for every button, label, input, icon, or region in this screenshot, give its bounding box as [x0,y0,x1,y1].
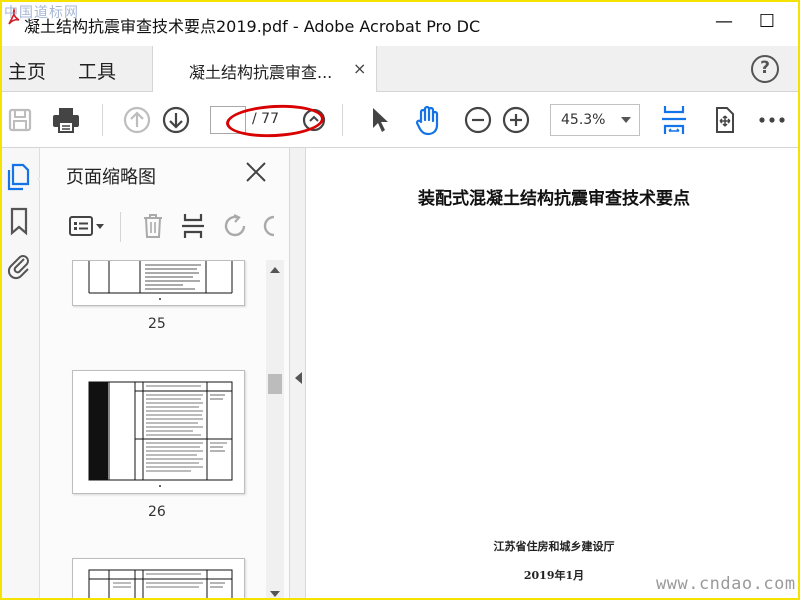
minimize-button[interactable]: — [709,10,739,36]
bookmark-icon[interactable] [6,206,32,236]
insert-page-icon[interactable] [180,212,206,240]
thumbnail-page-number: 26 [148,504,166,520]
app-window: 中国道标网 凝土结构抗震审查技术要点2019.pdf - Adobe Acrob… [0,0,800,600]
panel-title: 页面缩略图 [66,167,156,188]
zoom-out-icon[interactable] [462,104,494,136]
thumbnail-page-number: 25 [148,316,166,332]
collapse-panel-icon[interactable] [294,372,302,384]
tab-tools[interactable]: 工具 [78,57,116,84]
zoom-value: 45.3% [561,112,606,128]
document-organization: 江苏省住房和城乡建设厅 [493,540,615,553]
toolbar: / 77 45.3% [2,92,798,148]
panel-toolbar-separator [120,212,121,242]
rotate-left-icon[interactable] [222,214,250,238]
delete-icon[interactable] [140,212,166,240]
prev-page-icon[interactable] [121,104,153,136]
chevron-down-icon [621,117,631,123]
thumbnail-scrollbar[interactable] [266,260,284,598]
navigation-rail [2,148,40,598]
scroll-up-icon[interactable] [270,266,280,274]
document-tab-label: 凝土结构抗震审查... [189,63,333,82]
tab-document[interactable]: 凝土结构抗震审查... × [152,46,377,92]
more-icon[interactable] [756,104,788,136]
options-menu-icon[interactable] [68,214,106,238]
thumbnail-page-content [88,569,233,598]
select-cursor-icon[interactable] [364,104,396,136]
document-view[interactable]: 装配式混凝土结构抗震审查技术要点 江苏省住房和城乡建设厅 2019年1月 [306,148,798,598]
thumbnail-list: 25 26 [40,260,272,598]
page-thumbnails-icon[interactable] [6,162,32,192]
zoom-in-icon[interactable] [500,104,532,136]
rotate-right-icon[interactable] [262,214,276,238]
next-page-icon[interactable] [160,104,192,136]
full-screen-icon[interactable] [708,104,740,136]
close-icon[interactable] [244,160,268,184]
maximize-button[interactable]: ☐ [752,10,782,36]
page-thumbnail[interactable] [72,260,245,306]
tab-home[interactable]: 主页 [8,57,46,84]
page-thumbnail[interactable] [72,370,245,494]
zoom-select[interactable]: 45.3% [550,104,640,136]
panel-toolbar [40,206,290,246]
document-title: 装配式混凝土结构抗震审查技术要点 [418,189,690,209]
panel-collapse-handle[interactable] [290,148,306,598]
toolbar-separator [102,104,103,136]
save-icon[interactable] [4,104,36,136]
title-bar: 中国道标网 凝土结构抗震审查技术要点2019.pdf - Adobe Acrob… [2,2,798,50]
watermark-bottom: www.cndao.com [656,574,796,594]
help-button[interactable]: ? [751,55,779,83]
tab-bar: 主页 工具 凝土结构抗震审查... × [2,46,798,92]
scroll-down-icon[interactable] [270,590,280,598]
thumbnails-panel: 页面缩略图 25 26 [40,148,290,598]
thumbnail-page-content [88,381,233,487]
scrollbar-thumb[interactable] [268,374,282,394]
hand-tool-icon[interactable] [412,104,444,136]
attachment-icon[interactable] [6,250,32,280]
page-thumbnail[interactable] [72,558,245,598]
window-title: 凝土结构抗震审查技术要点2019.pdf - Adobe Acrobat Pro… [24,17,481,36]
thumbnail-page-content [88,261,233,300]
print-icon[interactable] [50,104,82,136]
close-tab-icon[interactable]: × [353,59,366,78]
toolbar-separator [342,104,343,136]
fit-page-icon[interactable] [658,104,690,136]
